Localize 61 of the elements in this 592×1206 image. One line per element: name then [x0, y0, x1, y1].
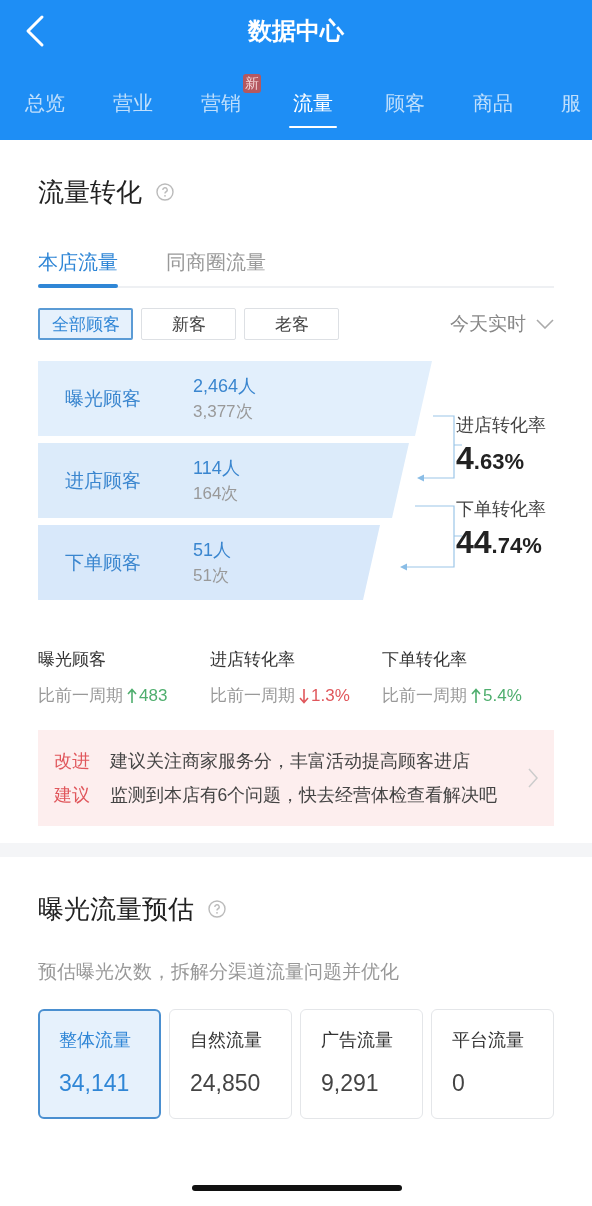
traffic-card[interactable]: 广告流量 9,291 [300, 1009, 423, 1119]
help-icon[interactable] [156, 183, 174, 201]
traffic-card[interactable]: 整体流量 34,141 [38, 1009, 161, 1119]
card-label: 整体流量 [59, 1029, 132, 1052]
card-value: 9,291 [321, 1069, 380, 1098]
suggestion-text: 监测到本店有6个问题，快去经营体检查看解决吧 [109, 784, 499, 807]
chevron-down-icon [536, 319, 554, 329]
card-value: 34,141 [59, 1069, 131, 1098]
page-title: 数据中心 [248, 16, 344, 46]
back-icon[interactable] [24, 14, 46, 48]
nav-tab[interactable]: 流量 [289, 62, 337, 128]
traffic-card[interactable]: 自然流量 24,850 [169, 1009, 292, 1119]
section-subtitle: 预估曝光次数，拆解分渠道流量问题并优化 [38, 960, 400, 984]
stage-label: 进店顾客 [65, 468, 142, 493]
nav-tab[interactable]: 商品 [473, 62, 513, 128]
change-value: 1.3% [311, 685, 350, 707]
stage-label: 下单顾客 [65, 550, 142, 575]
card-label: 广告流量 [321, 1029, 394, 1052]
card-label: 自然流量 [190, 1029, 263, 1052]
rate-label: 进店转化率 [456, 414, 546, 437]
suggestion-tag: 改进建议 [54, 744, 94, 812]
metric-label: 曝光顾客 [38, 649, 107, 671]
card-value: 24,850 [190, 1069, 262, 1098]
nav-tab[interactable]: 营业 [113, 62, 153, 128]
section-title: 流量转化 [38, 176, 142, 209]
card-label: 平台流量 [452, 1029, 525, 1052]
change-value: 5.4% [483, 685, 522, 707]
rate-value: 44.74% [456, 523, 543, 562]
filter-chip[interactable]: 新客 [141, 308, 236, 340]
chevron-right-icon [528, 768, 538, 788]
nav-tab[interactable]: 顾客 [385, 62, 425, 128]
suggestion-text: 建议关注商家服务分，丰富活动提高顾客进店 [109, 750, 471, 773]
people-count: 114人 [193, 456, 240, 480]
home-indicator[interactable] [192, 1185, 402, 1191]
help-icon[interactable] [208, 900, 226, 918]
nav-tab[interactable]: 服 [561, 62, 581, 128]
traffic-card[interactable]: 平台流量 0 [431, 1009, 554, 1119]
suggestion-card[interactable]: 改进建议 建议关注商家服务分，丰富活动提高顾客进店 监测到本店有6个问题，快去经营体检查看解决吧 [38, 730, 554, 826]
card-value: 0 [452, 1069, 466, 1098]
metric-label: 进店转化率 [210, 649, 296, 671]
nav-tab[interactable]: 总览 [25, 62, 65, 128]
visit-count: 51次 [193, 564, 230, 587]
filter-chip[interactable]: 老客 [244, 308, 339, 340]
sub-tab[interactable]: 本店流量 [38, 244, 118, 286]
compare-label: 比前一周期 [382, 685, 467, 707]
rate-value: 4.63% [456, 439, 525, 478]
stage-label: 曝光顾客 [65, 386, 142, 411]
filter-chip[interactable]: 全部顾客 [38, 308, 133, 340]
compare-label: 比前一周期 [210, 685, 295, 707]
change-value: 483 [139, 685, 168, 707]
people-count: 51人 [193, 538, 232, 562]
visit-count: 3,377次 [193, 400, 254, 423]
sub-tab[interactable]: 同商圈流量 [166, 244, 266, 286]
metric-label: 下单转化率 [382, 649, 468, 671]
visit-count: 164次 [193, 482, 240, 505]
people-count: 2,464人 [193, 374, 257, 398]
section-title: 曝光流量预估 [38, 893, 194, 926]
period-dropdown[interactable]: 今天实时 [450, 311, 554, 337]
rate-label: 下单转化率 [456, 498, 546, 521]
compare-label: 比前一周期 [38, 685, 123, 707]
new-badge: 新 [243, 74, 261, 93]
